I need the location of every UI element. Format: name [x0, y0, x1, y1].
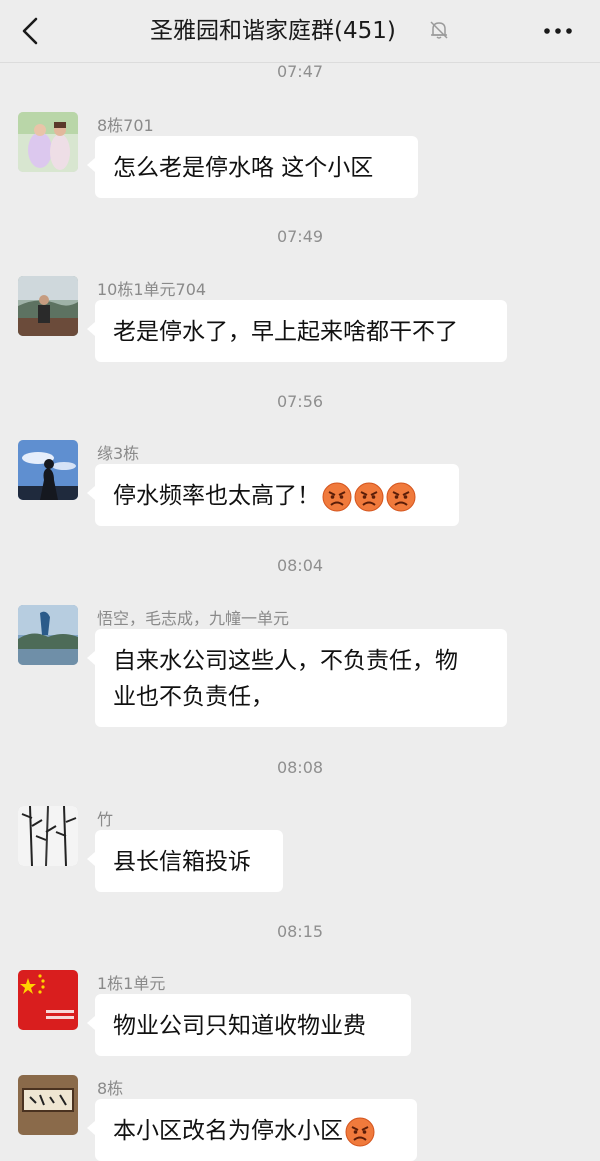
avatar[interactable]: [18, 440, 78, 500]
timestamp: 07:47: [276, 62, 324, 81]
chat-header: 圣雅园和谐家庭群(451): [0, 0, 600, 63]
message-bubble[interactable]: 县长信箱投诉: [87, 830, 283, 892]
message-text: 怎么老是停水咯 这个小区: [113, 155, 374, 181]
chevron-left-icon[interactable]: [14, 14, 48, 48]
avatar[interactable]: [18, 806, 78, 866]
sender-name: 竹: [97, 810, 114, 829]
message-bubble[interactable]: 怎么老是停水咯 这个小区: [87, 136, 418, 198]
timestamp: 08:08: [276, 758, 324, 777]
sender-name: 1栋1单元: [97, 974, 166, 993]
message-bubble[interactable]: 本小区改名为停水小区: [87, 1099, 417, 1161]
angry-face-icon: [345, 1117, 375, 1146]
timestamp: 08:04: [276, 556, 324, 575]
message-bubble[interactable]: 停水频率也太高了！: [87, 464, 459, 526]
bell-muted-icon: [430, 21, 448, 39]
angry-face-icon: [386, 482, 416, 511]
sender-name: 悟空，毛志成，九幢一单元: [97, 609, 290, 628]
message-text: 停水频率也太高了！: [113, 483, 320, 509]
sender-name: 缘3栋: [97, 444, 140, 463]
message-text-line: 自来水公司这些人，不负责任，物: [113, 648, 458, 674]
message-text: 县长信箱投诉: [113, 849, 251, 875]
avatar[interactable]: [18, 970, 78, 1030]
message-text: 本小区改名为停水小区: [113, 1118, 343, 1144]
avatar[interactable]: [18, 605, 78, 665]
more-dots-icon[interactable]: [540, 16, 576, 46]
avatar[interactable]: [18, 1075, 78, 1135]
message-bubble[interactable]: 老是停水了，早上起来啥都干不了: [87, 300, 507, 362]
timestamp: 07:56: [276, 392, 324, 411]
angry-face-icon: [322, 482, 352, 511]
message-text: 物业公司只知道收物业费: [113, 1013, 366, 1039]
avatar[interactable]: [18, 276, 78, 336]
message-bubble[interactable]: 自来水公司这些人，不负责任，物 业也不负责任，: [87, 629, 507, 727]
message-text-line: 业也不负责任，: [113, 684, 274, 710]
chat-title: 圣雅园和谐家庭群(451): [150, 18, 396, 44]
message-bubble[interactable]: 物业公司只知道收物业费: [87, 994, 411, 1056]
angry-face-icon: [354, 482, 384, 511]
avatar[interactable]: [18, 112, 78, 172]
timestamp: 08:15: [276, 922, 324, 941]
sender-name: 8栋: [97, 1079, 124, 1098]
sender-name: 8栋701: [97, 116, 154, 135]
sender-name: 10栋1单元704: [97, 280, 207, 299]
message-text: 老是停水了，早上起来啥都干不了: [113, 319, 458, 345]
timestamp: 07:49: [276, 227, 324, 246]
